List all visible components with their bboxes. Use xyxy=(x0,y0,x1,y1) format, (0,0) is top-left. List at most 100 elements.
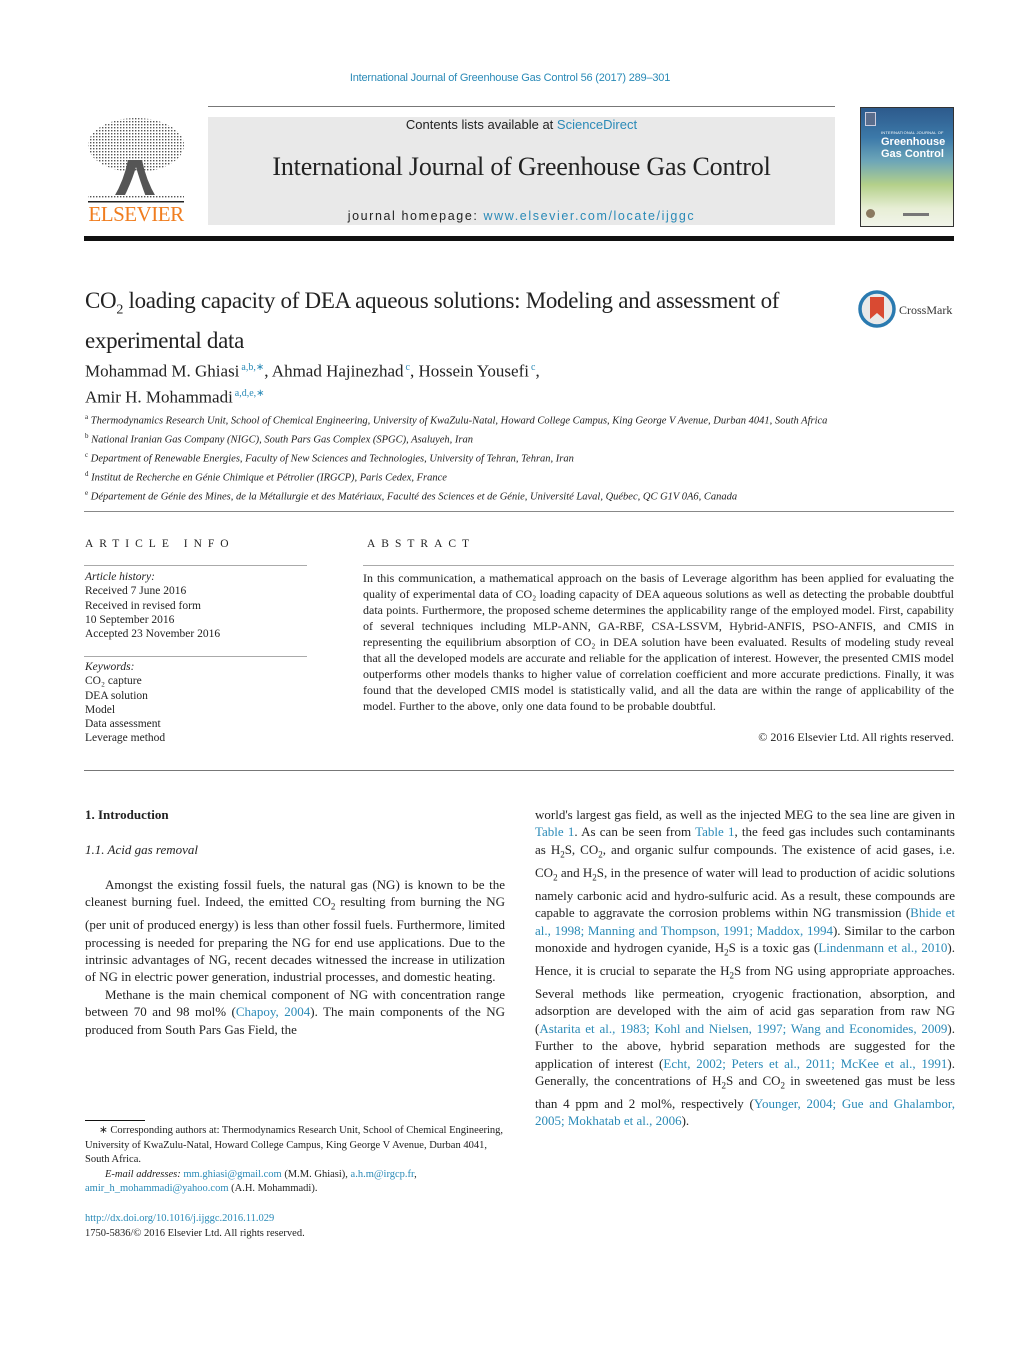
keyword-item: Leverage method xyxy=(85,732,166,745)
elsevier-logo[interactable]: ELSEVIER xyxy=(84,115,188,227)
history-item: Accepted 23 November 2016 xyxy=(85,628,221,641)
email-label: E-mail addresses: xyxy=(105,1168,184,1180)
body-rule xyxy=(84,770,954,771)
title-rest: loading capacity of DEA aqueous solution… xyxy=(85,288,780,353)
affiliations: a Thermodynamics Research Unit, School o… xyxy=(85,410,845,505)
author-name[interactable]: Amir H. Mohammadi xyxy=(85,387,233,406)
abstract-copyright: © 2016 Elsevier Ltd. All rights reserved… xyxy=(758,730,954,744)
cover-signature xyxy=(903,213,929,216)
footnote-rule xyxy=(85,1120,145,1121)
author-name[interactable]: Hossein Yousefi xyxy=(418,362,529,381)
history-label: Article history: xyxy=(85,571,155,583)
elsevier-tree-icon xyxy=(88,118,184,203)
contents-prefix: Contents lists available at xyxy=(405,117,557,132)
email-owner: , xyxy=(414,1168,417,1180)
keywords-label: Keywords: xyxy=(85,661,135,673)
affiliation-item: c Department of Renewable Energies, Facu… xyxy=(85,448,845,467)
article-history: Article history: Received 7 June 2016 Rec… xyxy=(85,570,305,641)
header-thick-rule xyxy=(84,236,954,241)
author-affiliation-marks[interactable]: a,d,e,∗ xyxy=(235,388,265,399)
citation-link[interactable]: Echt, 2002; Peters et al., 2011; McKee e… xyxy=(663,1056,947,1071)
subscript: 2 xyxy=(724,947,729,958)
abstract-rule xyxy=(363,565,954,566)
article-info-heading: ARTICLE INFO xyxy=(85,538,235,550)
email-link[interactable]: amir_h_mohammadi@yahoo.com xyxy=(85,1183,229,1194)
keywords: Keywords: CO₂ capture DEA solution Model Da… xyxy=(85,660,305,746)
citation-link[interactable]: Younger, 2004; Gue and Ghalambor, 2005; … xyxy=(535,1096,955,1128)
subsection-heading-acid-gas-removal: 1.1. Acid gas removal xyxy=(85,842,199,858)
citation-link[interactable]: Table 1 xyxy=(535,824,574,839)
keywords-rule xyxy=(84,656,307,657)
author-name[interactable]: Mohammad M. Ghiasi xyxy=(85,362,239,381)
crossmark-icon xyxy=(858,290,896,328)
cover-small-text: INTERNATIONAL JOURNAL OF xyxy=(881,130,944,135)
elsevier-wordmark: ELSEVIER xyxy=(88,202,184,226)
sciencedirect-link[interactable]: ScienceDirect xyxy=(557,117,637,132)
history-item: Received 7 June 2016 xyxy=(85,585,187,598)
history-item: Received in revised form xyxy=(85,599,201,612)
keyword-item: CO₂ capture xyxy=(85,675,142,688)
affiliation-text: Institut de Recherche en Génie Chimique … xyxy=(88,472,447,484)
subscript: 2 xyxy=(729,970,735,981)
affiliation-item: a Thermodynamics Research Unit, School o… xyxy=(85,410,845,429)
cover-seal-icon xyxy=(866,209,875,218)
journal-cover-thumbnail[interactable]: INTERNATIONAL JOURNAL OF Greenhouse Gas … xyxy=(860,107,954,227)
title-co: CO xyxy=(85,288,117,313)
keywords-list: CO₂ capture DEA solution Model Data assessm… xyxy=(85,674,305,745)
section-rule xyxy=(84,511,954,512)
citation-link[interactable]: Table 1 xyxy=(695,824,734,839)
citation-link[interactable]: Chapoy, 2004 xyxy=(236,1004,310,1019)
homepage-prefix: journal homepage: xyxy=(347,209,484,223)
abstract-heading: ABSTRACT xyxy=(367,538,476,550)
issn-copyright: 1750-5836/© 2016 Elsevier Ltd. All right… xyxy=(85,1227,305,1239)
crossmark-button[interactable]: CrossMark xyxy=(858,290,958,330)
paragraph-2-part-2: world's largest gas field, as well as th… xyxy=(535,807,956,1129)
author-list: Mohammad M. Ghiasi a,b,∗, Ahmad Hajinezha… xyxy=(85,357,805,408)
citation-link[interactable]: Bhide et al., 1998; Manning and Thompson… xyxy=(535,905,955,937)
subscript: 2 xyxy=(780,1080,786,1091)
citation-link[interactable]: Lindenmann et al., 2010 xyxy=(818,940,947,955)
subscript: 2 xyxy=(592,872,597,883)
abstract-text: In this communication, a mathematical ap… xyxy=(363,571,954,713)
affiliation-item: b National Iranian Gas Company (NIGC), S… xyxy=(85,429,845,448)
body-column-right: world's largest gas field, as well as th… xyxy=(535,806,955,1130)
email-link[interactable]: a.h.m@irgcp.fr xyxy=(351,1169,415,1180)
subscript: 2 xyxy=(560,849,565,860)
subscript: 2 xyxy=(553,872,558,883)
journal-title: International Journal of Greenhouse Gas … xyxy=(272,152,771,181)
email-link[interactable]: mm.ghiasi@gmail.com xyxy=(183,1169,281,1180)
section-heading-introduction: 1. Introduction xyxy=(85,807,169,822)
affiliation-item: e Département de Génie des Mines, de la … xyxy=(85,486,845,505)
keyword-item: Data assessment xyxy=(85,718,161,731)
cover-title-line1: Greenhouse xyxy=(881,136,946,148)
email-addresses: E-mail addresses: mm.ghiasi@gmail.com (M… xyxy=(85,1168,505,1197)
affiliation-text: National Iranian Gas Company (NIGC), Sou… xyxy=(88,434,473,446)
doi-block: http://dx.doi.org/10.1016/j.ijggc.2016.1… xyxy=(85,1212,505,1241)
author-affiliation-marks[interactable]: a,b,∗ xyxy=(241,362,264,373)
citation-link[interactable]: Astarita et al., 1983; Kohl and Nielsen,… xyxy=(539,1021,947,1036)
elsevier-cover-icon xyxy=(865,112,876,126)
author-separator: , xyxy=(535,361,540,381)
keyword-item: Model xyxy=(85,703,116,716)
homepage-link[interactable]: www.elsevier.com/locate/ijggc xyxy=(484,209,696,223)
crossmark-label: CrossMark xyxy=(899,303,953,317)
history-list: Received 7 June 2016 Received in revised … xyxy=(85,584,305,641)
article-title: CO2 loading capacity of DEA aqueous solu… xyxy=(85,286,805,356)
article-info-rule xyxy=(84,565,307,566)
author-name[interactable]: Ahmad Hajinezhad xyxy=(272,362,404,381)
homepage-line: journal homepage: www.elsevier.com/locat… xyxy=(208,209,835,223)
cover-title-line2: Gas Control xyxy=(881,148,944,160)
history-item: 10 September 2016 xyxy=(85,613,175,626)
email-owner: (A.H. Mohammadi). xyxy=(228,1183,318,1194)
cover-title: Greenhouse Gas Control xyxy=(881,136,945,160)
affiliation-text: Thermodynamics Research Unit, School of … xyxy=(88,415,828,427)
subscript: 2 xyxy=(598,849,603,860)
doi-link[interactable]: http://dx.doi.org/10.1016/j.ijggc.2016.1… xyxy=(85,1212,505,1227)
subscript: 2 xyxy=(330,901,336,912)
journal-citation-link[interactable]: International Journal of Greenhouse Gas … xyxy=(0,72,1020,84)
contents-line: Contents lists available at ScienceDirec… xyxy=(208,117,835,132)
affiliation-text: Département de Génie des Mines, de la Mé… xyxy=(88,491,738,503)
affiliation-item: d Institut de Recherche en Génie Chimiqu… xyxy=(85,467,845,486)
footnotes: ∗ Corresponding authors at: Thermodynami… xyxy=(85,1124,505,1197)
header-rule xyxy=(208,106,835,107)
